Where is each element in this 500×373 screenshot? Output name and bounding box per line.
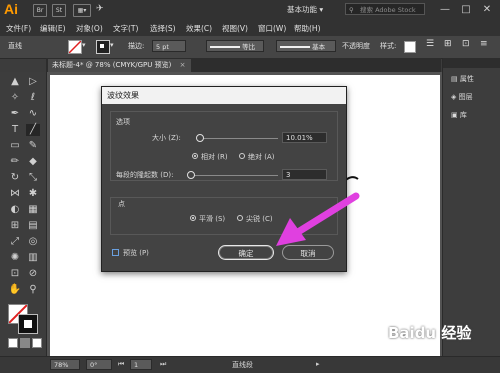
baidu-watermark: Baidu 经验: [388, 324, 472, 342]
annotation-arrow-icon: [276, 192, 360, 246]
